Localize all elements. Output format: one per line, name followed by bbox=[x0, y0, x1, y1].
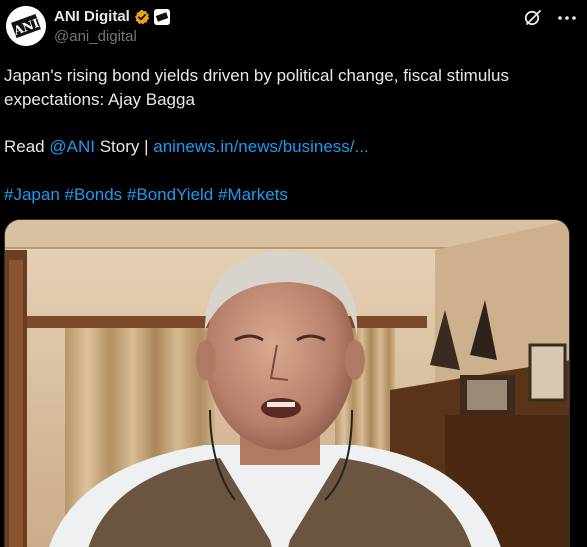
more-options-icon[interactable] bbox=[556, 8, 578, 28]
author-name-row: ANI Digital bbox=[54, 8, 170, 25]
video-frame bbox=[5, 220, 569, 547]
article-link[interactable]: aninews.in/news/business/... bbox=[153, 137, 368, 156]
tweet-header: ANI ANI Digital @ani_digital bbox=[0, 0, 587, 56]
read-prefix: Read bbox=[4, 137, 50, 156]
hashtag-japan[interactable]: #Japan bbox=[4, 185, 60, 204]
tweet-read-line: Read @ANI Story | aninews.in/news/busine… bbox=[4, 135, 369, 158]
hashtag-line: #Japan #Bonds #BondYield #Markets bbox=[4, 183, 288, 206]
mention-link[interactable]: @ANI bbox=[49, 137, 95, 156]
video-player[interactable] bbox=[4, 219, 570, 547]
affiliate-badge-icon[interactable] bbox=[153, 8, 170, 25]
hashtag-bonds[interactable]: #Bonds bbox=[65, 185, 123, 204]
tweet-text-line-2: expectations: Ajay Bagga bbox=[4, 90, 195, 109]
hashtag-bondyield[interactable]: #BondYield bbox=[127, 185, 213, 204]
author-handle[interactable]: @ani_digital bbox=[54, 28, 137, 45]
hashtag-markets[interactable]: #Markets bbox=[218, 185, 288, 204]
author-name[interactable]: ANI Digital bbox=[54, 8, 130, 25]
verified-badge-icon bbox=[134, 9, 150, 24]
tweet-text-line-1: Japan's rising bond yields driven by pol… bbox=[4, 66, 510, 85]
avatar[interactable]: ANI bbox=[6, 6, 46, 46]
story-text: Story | bbox=[94, 137, 154, 156]
grok-icon[interactable] bbox=[523, 8, 543, 28]
